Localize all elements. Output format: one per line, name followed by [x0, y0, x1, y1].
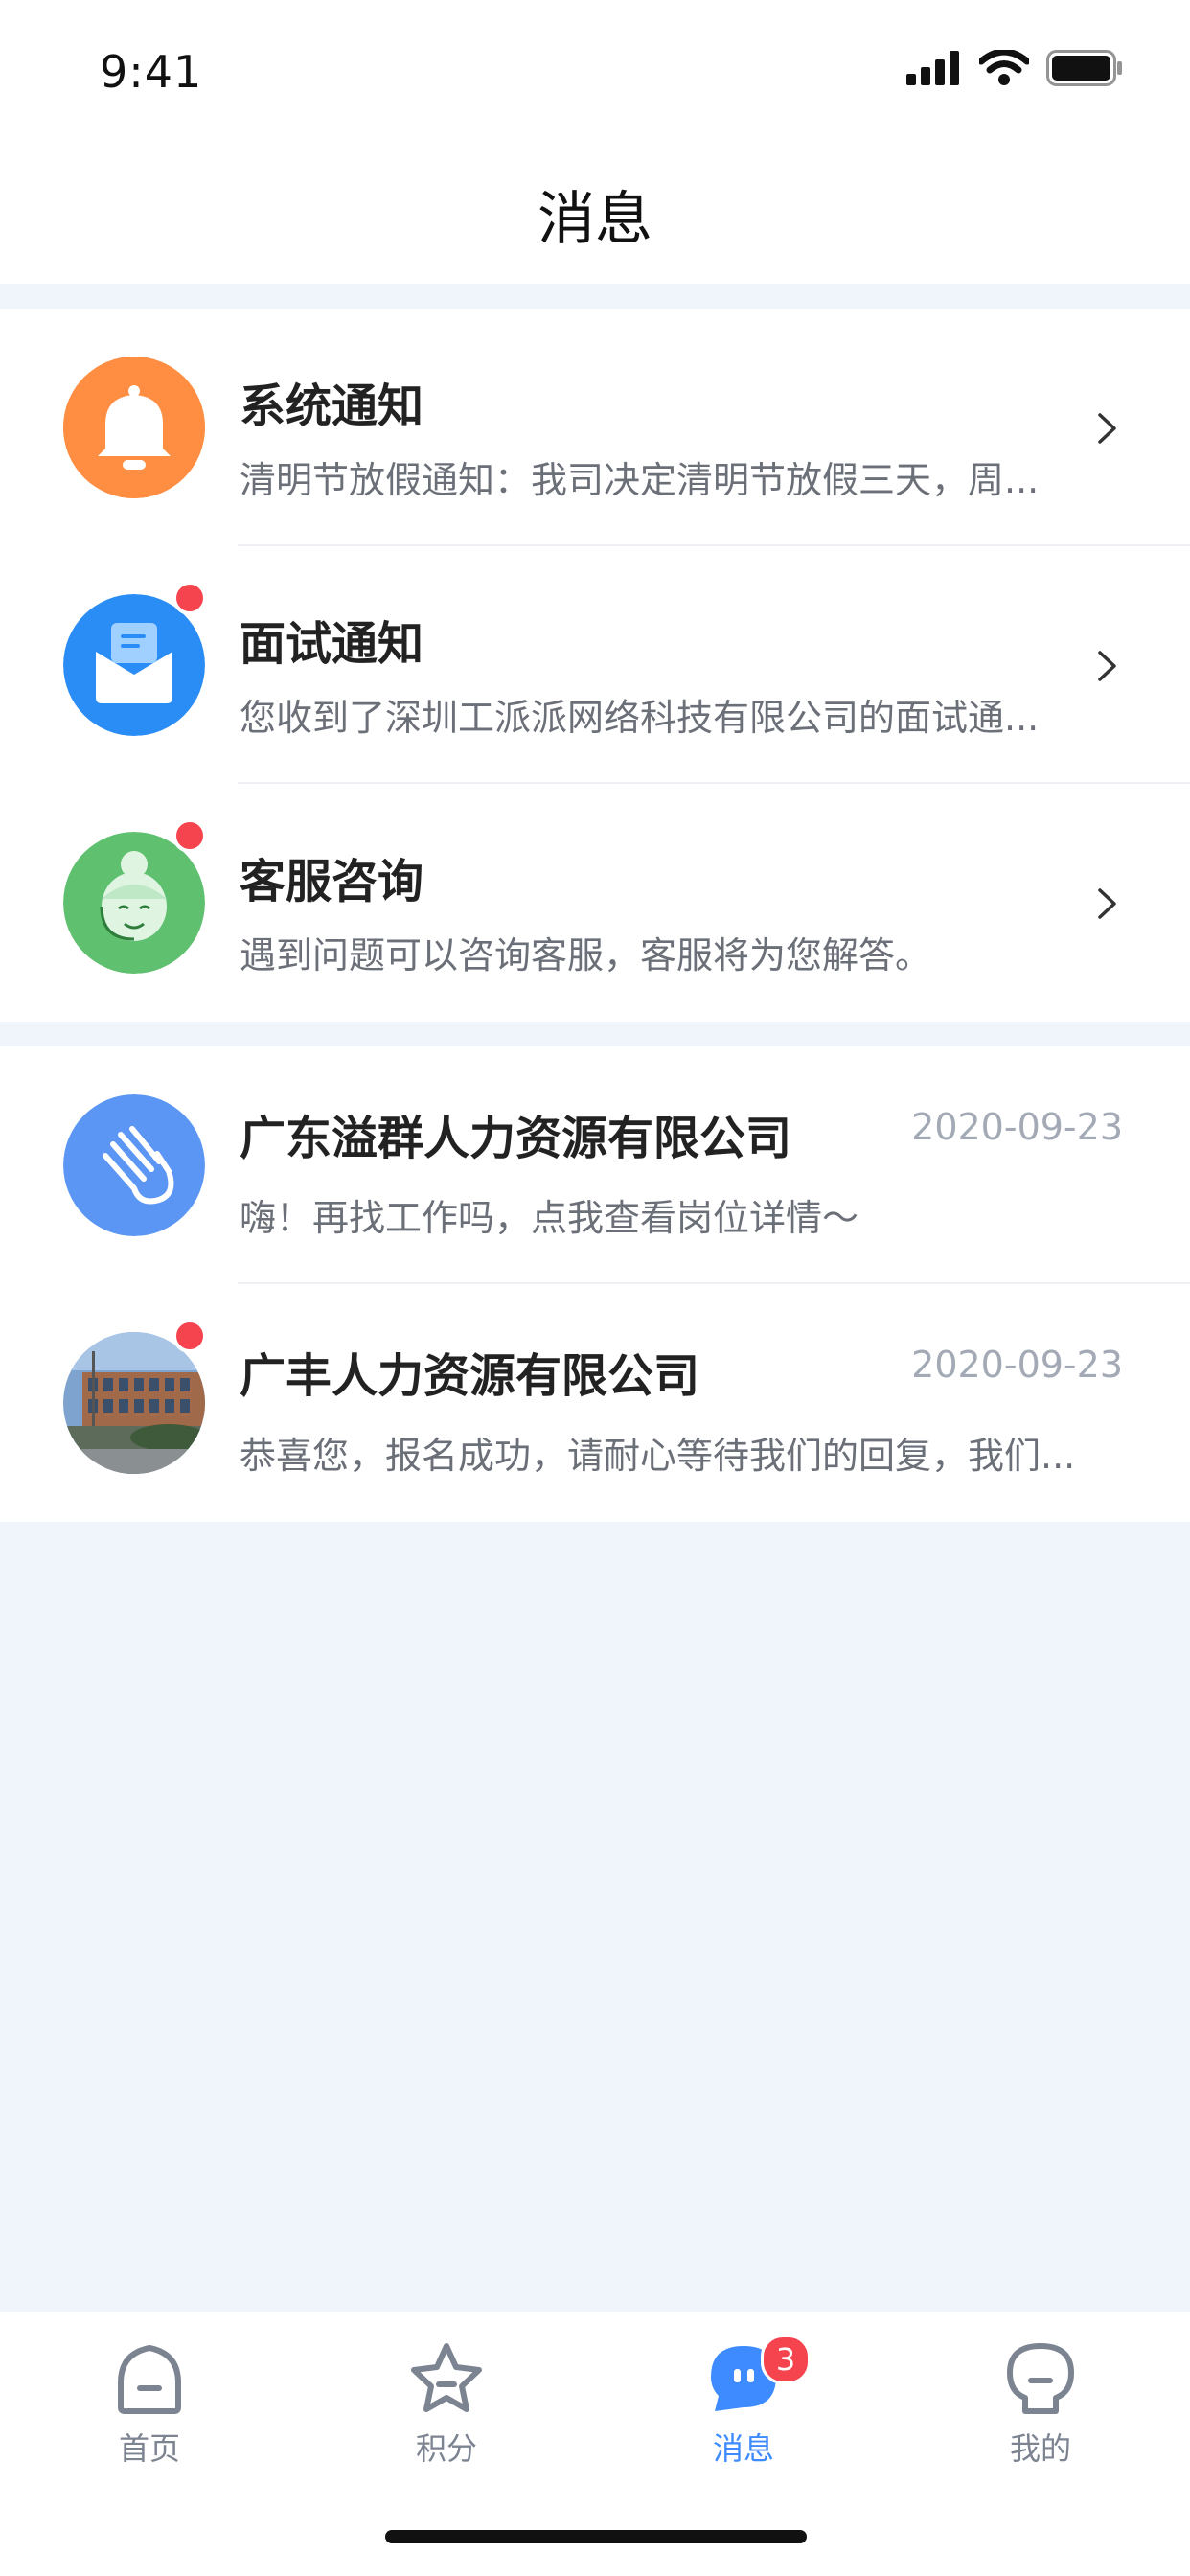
- list-item-interview-notice[interactable]: 面试通知 您收到了深圳工派派网络科技有限公司的面试通...: [0, 546, 1190, 784]
- tab-label: 我的: [1009, 2430, 1071, 2467]
- status-icons: [906, 50, 1123, 86]
- page-title: 消息: [538, 186, 652, 253]
- tab-label: 积分: [415, 2430, 477, 2467]
- avatar: [63, 594, 205, 736]
- list-item-company-chat[interactable]: 广丰人力资源有限公司 2020-09-23 恭喜您，报名成功，请耐心等待我们的回…: [0, 1284, 1190, 1522]
- row-subtitle: 您收到了深圳工派派网络科技有限公司的面试通...: [240, 697, 1040, 739]
- company-message-list: 广东溢群人力资源有限公司 2020-09-23 嗨！再找工作吗，点我查看岗位详情…: [0, 1046, 1190, 1522]
- nav-bar: 消息: [0, 144, 1190, 284]
- unread-dot: [172, 818, 207, 853]
- avatar: [63, 832, 205, 974]
- signal-icon: [906, 51, 959, 85]
- building-photo: [63, 1332, 205, 1474]
- company-avatar-photo: [63, 1332, 205, 1474]
- row-subtitle: 恭喜您，报名成功，请耐心等待我们的回复，我们...: [240, 1435, 1076, 1477]
- star-icon: [411, 2343, 482, 2412]
- tab-points[interactable]: 积分: [351, 2340, 542, 2469]
- row-subtitle: 遇到问题可以咨询客服，客服将为您解答。: [240, 934, 932, 977]
- row-title: 系统通知: [240, 380, 424, 433]
- row-title: 广丰人力资源有限公司: [240, 1349, 700, 1403]
- status-time: 9:41: [100, 46, 203, 98]
- unread-dot: [172, 1319, 207, 1353]
- status-bar: 9:41: [0, 0, 1190, 144]
- avatar: [63, 356, 205, 498]
- customer-service-icon: [63, 832, 205, 974]
- row-subtitle: 嗨！再找工作吗，点我查看岗位详情～: [240, 1197, 859, 1239]
- envelope-icon: [63, 594, 205, 736]
- tab-profile[interactable]: 我的: [945, 2340, 1136, 2469]
- battery-icon: [1046, 50, 1122, 86]
- unread-badge: 3: [761, 2334, 811, 2384]
- tab-label: 首页: [118, 2430, 180, 2467]
- tab-home[interactable]: 首页: [54, 2340, 245, 2469]
- list-item-customer-service[interactable]: 客服咨询 遇到问题可以咨询客服，客服将为您解答。: [0, 784, 1190, 1022]
- row-title: 客服咨询: [240, 855, 424, 908]
- profile-icon: [1007, 2343, 1074, 2414]
- list-item-company-chat[interactable]: 广东溢群人力资源有限公司 2020-09-23 嗨！再找工作吗，点我查看岗位详情…: [0, 1046, 1190, 1284]
- system-message-list: 系统通知 清明节放假通知：我司决定清明节放假三天，周... 面试通知 您收到了深…: [0, 309, 1190, 1022]
- chevron-right-icon: [1098, 888, 1116, 919]
- tab-messages[interactable]: 3 消息: [648, 2334, 839, 2469]
- row-title: 广东溢群人力资源有限公司: [240, 1112, 792, 1165]
- bell-icon: [63, 356, 205, 498]
- avatar: [63, 1094, 205, 1236]
- chevron-right-icon: [1098, 651, 1116, 681]
- chevron-right-icon: [1098, 413, 1116, 444]
- row-title: 面试通知: [240, 617, 424, 671]
- list-item-system-notice[interactable]: 系统通知 清明节放假通知：我司决定清明节放假三天，周...: [0, 309, 1190, 546]
- row-subtitle: 清明节放假通知：我司决定清明节放假三天，周...: [240, 459, 1040, 501]
- home-indicator[interactable]: [385, 2530, 807, 2543]
- unread-dot: [172, 581, 207, 615]
- wifi-icon: [979, 50, 1029, 85]
- waving-hand-icon: [63, 1094, 205, 1236]
- tab-label: 消息: [712, 2430, 774, 2467]
- row-date: 2020-09-23: [911, 1344, 1123, 1386]
- home-icon: [118, 2345, 181, 2414]
- row-date: 2020-09-23: [911, 1106, 1123, 1148]
